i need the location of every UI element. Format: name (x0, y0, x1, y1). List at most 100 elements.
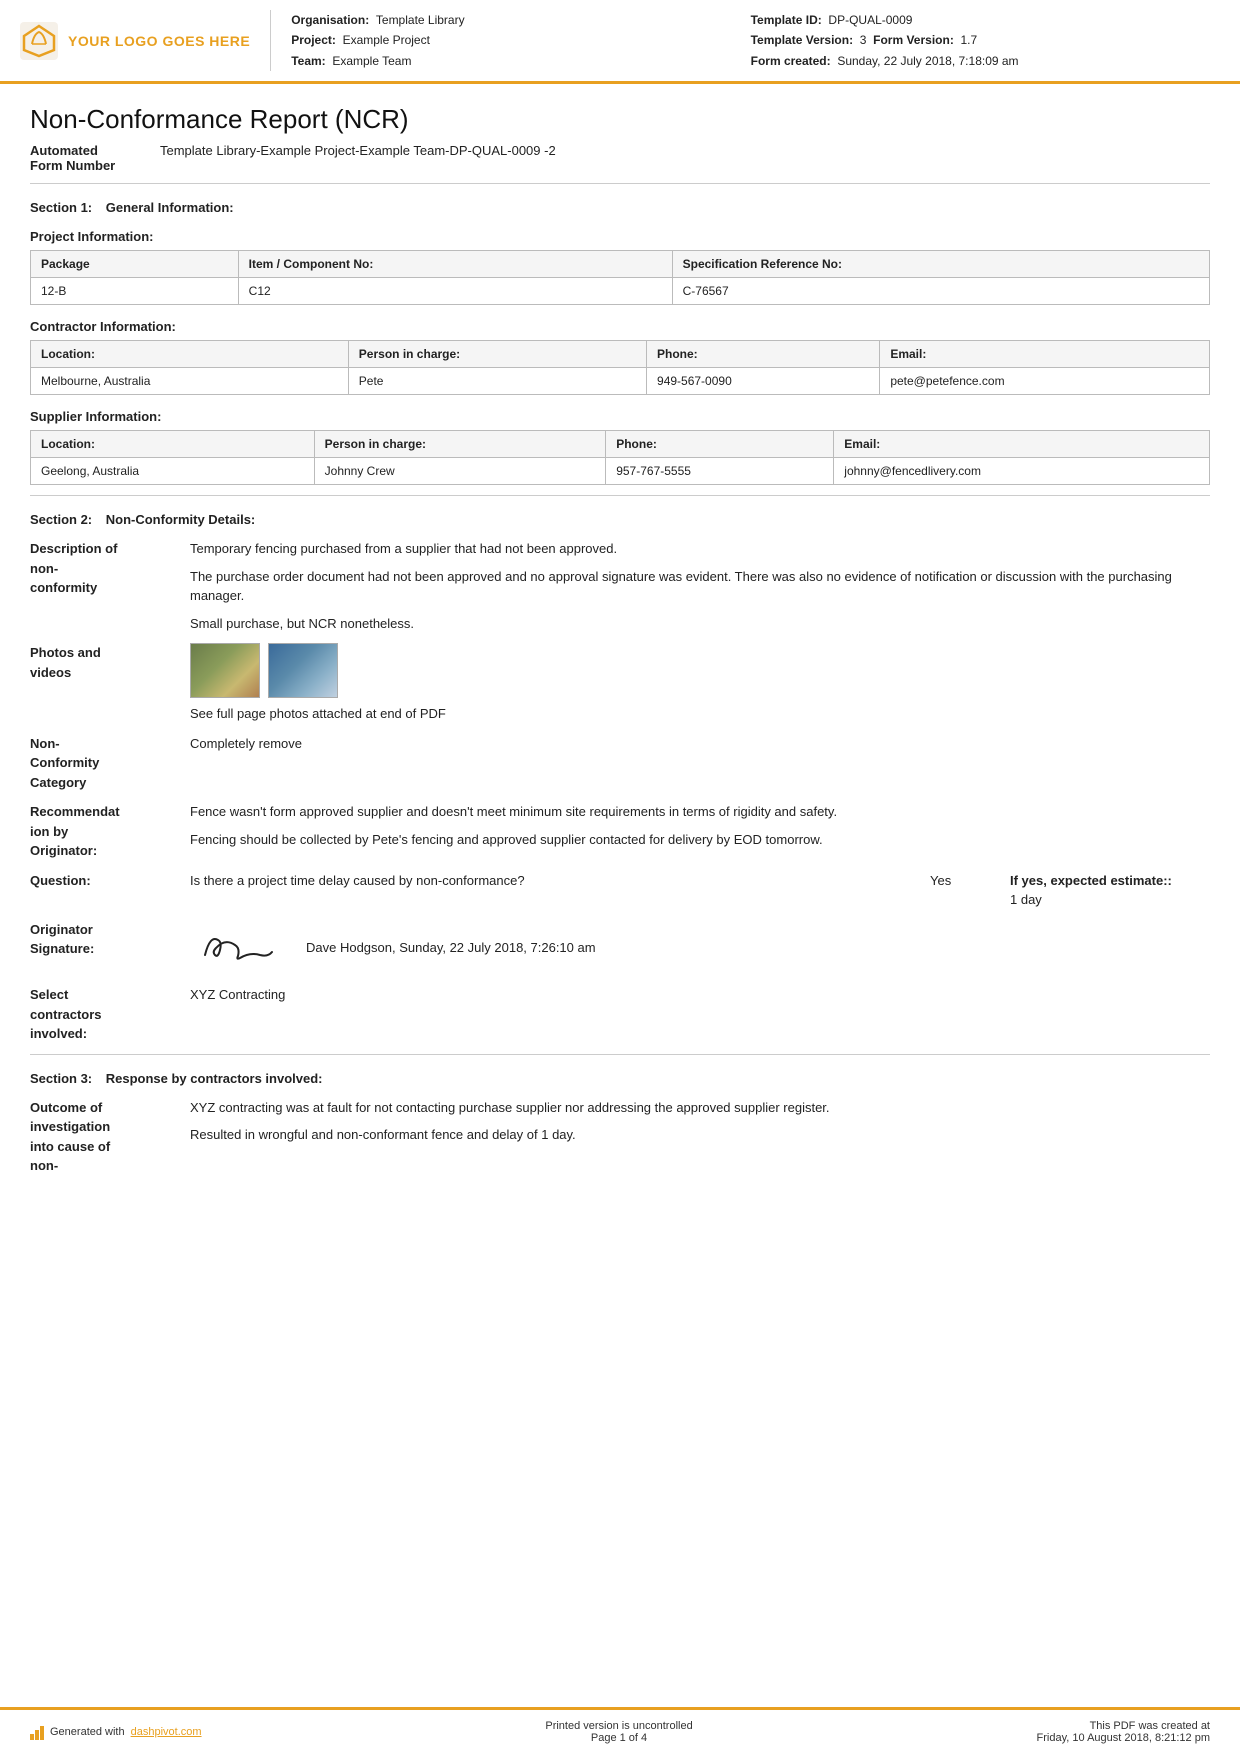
section3-title: Response by contractors involved: (106, 1071, 323, 1086)
project-row: Project: Example Project (291, 30, 750, 50)
footer-bar-3 (40, 1726, 44, 1740)
project-table: Package Item / Component No: Specificati… (30, 250, 1210, 305)
footer-logo (30, 1724, 44, 1740)
description-p3: Small purchase, but NCR nonetheless. (190, 614, 1210, 634)
project-table-row: 12-B C12 C-76567 (31, 278, 1210, 305)
recommendation-label: Recommendation byOriginator: (30, 802, 190, 861)
section3-header: Section 3: Response by contractors invol… (30, 1071, 1210, 1086)
org-label: Organisation: (291, 13, 369, 27)
team-label: Team: (291, 54, 325, 68)
contractors-involved-label: Selectcontractorsinvolved: (30, 985, 190, 1044)
form-created-label: Form created: (751, 54, 831, 68)
supplier-col-phone: Phone: (606, 431, 834, 458)
description-row: Description ofnon-conformity Temporary f… (30, 539, 1210, 633)
signature-svg (190, 920, 290, 970)
outcome-row: Outcome ofinvestigationinto cause ofnon-… (30, 1098, 1210, 1176)
section3-num: Section 3: (30, 1071, 92, 1086)
question-answer: Yes (930, 871, 1010, 891)
question-label: Question: (30, 871, 190, 891)
project-table-header-row: Package Item / Component No: Specificati… (31, 251, 1210, 278)
photos-label: Photos andvideos (30, 643, 190, 682)
org-value: Template Library (376, 13, 465, 27)
logo-area: YOUR LOGO GOES HERE (20, 10, 271, 71)
section2-header: Section 2: Non-Conformity Details: (30, 512, 1210, 527)
description-p1: Temporary fencing purchased from a suppl… (190, 539, 1210, 559)
form-version-label: Form Version: (873, 33, 954, 47)
divider-3 (30, 1054, 1210, 1055)
question-estimate-value: 1 day (1010, 892, 1042, 907)
photo-thumb-1 (190, 643, 260, 698)
recommendation-p2: Fencing should be collected by Pete's fe… (190, 830, 1210, 850)
footer-link[interactable]: dashpivot.com (131, 1726, 202, 1738)
form-number-label: AutomatedForm Number (30, 143, 160, 173)
contractor-col-email: Email: (880, 341, 1210, 368)
photos-value: See full page photos attached at end of … (190, 643, 1210, 724)
footer-bars-icon (30, 1724, 44, 1740)
contractor-location-value: Melbourne, Australia (31, 368, 349, 395)
question-text: Is there a project time delay caused by … (190, 871, 930, 891)
template-id-row: Template ID: DP-QUAL-0009 (751, 10, 1210, 30)
project-label: Project: (291, 33, 336, 47)
project-value: Example Project (343, 33, 430, 47)
question-row: Question: Is there a project time delay … (30, 871, 1210, 910)
header-meta-right: Template ID: DP-QUAL-0009 Template Versi… (751, 10, 1210, 71)
outcome-p2: Resulted in wrongful and non-conformant … (190, 1125, 1210, 1145)
supplier-col-email: Email: (834, 431, 1210, 458)
supplier-col-location: Location: (31, 431, 315, 458)
contractor-table-header-row: Location: Person in charge: Phone: Email… (31, 341, 1210, 368)
header: YOUR LOGO GOES HERE Organisation: Templa… (0, 0, 1240, 84)
originator-sig-label: OriginatorSignature: (30, 920, 190, 959)
photos-caption: See full page photos attached at end of … (190, 704, 1210, 724)
logo-text: YOUR LOGO GOES HERE (68, 33, 250, 49)
footer-generated-text: Generated with (50, 1726, 125, 1738)
footer-left: Generated with dashpivot.com (30, 1724, 202, 1740)
header-meta: Organisation: Template Library Project: … (291, 10, 1210, 71)
recommendation-p1: Fence wasn't form approved supplier and … (190, 802, 1210, 822)
form-version-value: 1.7 (960, 33, 977, 47)
outcome-label: Outcome ofinvestigationinto cause ofnon- (30, 1098, 190, 1176)
project-col-package: Package (31, 251, 239, 278)
team-value: Example Team (332, 54, 411, 68)
contractor-col-person: Person in charge: (348, 341, 646, 368)
section1-header: Section 1: General Information: (30, 200, 1210, 215)
contractors-involved-row: Selectcontractorsinvolved: XYZ Contracti… (30, 985, 1210, 1044)
question-content: Is there a project time delay caused by … (190, 871, 1210, 910)
footer-print-text: Printed version is uncontrolled (545, 1720, 692, 1732)
supplier-location-value: Geelong, Australia (31, 458, 315, 485)
nc-category-value: Completely remove (190, 734, 1210, 754)
project-item-value: C12 (238, 278, 672, 305)
originator-sig-value: Dave Hodgson, Sunday, 22 July 2018, 7:26… (190, 920, 1210, 976)
supplier-table-header-row: Location: Person in charge: Phone: Email… (31, 431, 1210, 458)
photos-row: Photos andvideos See full page photos at… (30, 643, 1210, 724)
supplier-col-person: Person in charge: (314, 431, 606, 458)
contractors-involved-value: XYZ Contracting (190, 985, 1210, 1005)
contractor-col-phone: Phone: (647, 341, 880, 368)
supplier-email-value: johnny@fencedlivery.com (834, 458, 1210, 485)
report-title: Non-Conformance Report (NCR) (30, 104, 1210, 135)
originator-sig-name: Dave Hodgson, Sunday, 22 July 2018, 7:26… (306, 938, 596, 958)
supplier-phone-value: 957-767-5555 (606, 458, 834, 485)
footer-pdf-created-date: Friday, 10 August 2018, 8:21:12 pm (1037, 1732, 1210, 1744)
project-info-title: Project Information: (30, 229, 1210, 244)
template-version-row: Template Version: 3 Form Version: 1.7 (751, 30, 1210, 50)
supplier-info-title: Supplier Information: (30, 409, 1210, 424)
contractor-info-title: Contractor Information: (30, 319, 1210, 334)
question-estimate: If yes, expected estimate:: 1 day (1010, 871, 1210, 910)
template-version-value: 3 (860, 33, 867, 47)
contractor-table-row: Melbourne, Australia Pete 949-567-0090 p… (31, 368, 1210, 395)
logo-icon (20, 22, 58, 60)
footer-right: This PDF was created at Friday, 10 Augus… (1037, 1720, 1210, 1744)
footer: Generated with dashpivot.com Printed ver… (0, 1707, 1240, 1754)
section2-title: Non-Conformity Details: (106, 512, 256, 527)
section1-title: General Information: (106, 200, 234, 215)
question-estimate-label: If yes, expected estimate:: (1010, 873, 1172, 888)
footer-pdf-created-text: This PDF was created at (1037, 1720, 1210, 1732)
outcome-value: XYZ contracting was at fault for not con… (190, 1098, 1210, 1145)
org-row: Organisation: Template Library (291, 10, 750, 30)
footer-bar-2 (35, 1730, 39, 1740)
form-number-value: Template Library-Example Project-Example… (160, 143, 556, 173)
signature-display (190, 920, 290, 976)
description-p2: The purchase order document had not been… (190, 567, 1210, 606)
nc-category-row: Non-ConformityCategory Completely remove (30, 734, 1210, 793)
form-created-value: Sunday, 22 July 2018, 7:18:09 am (837, 54, 1018, 68)
